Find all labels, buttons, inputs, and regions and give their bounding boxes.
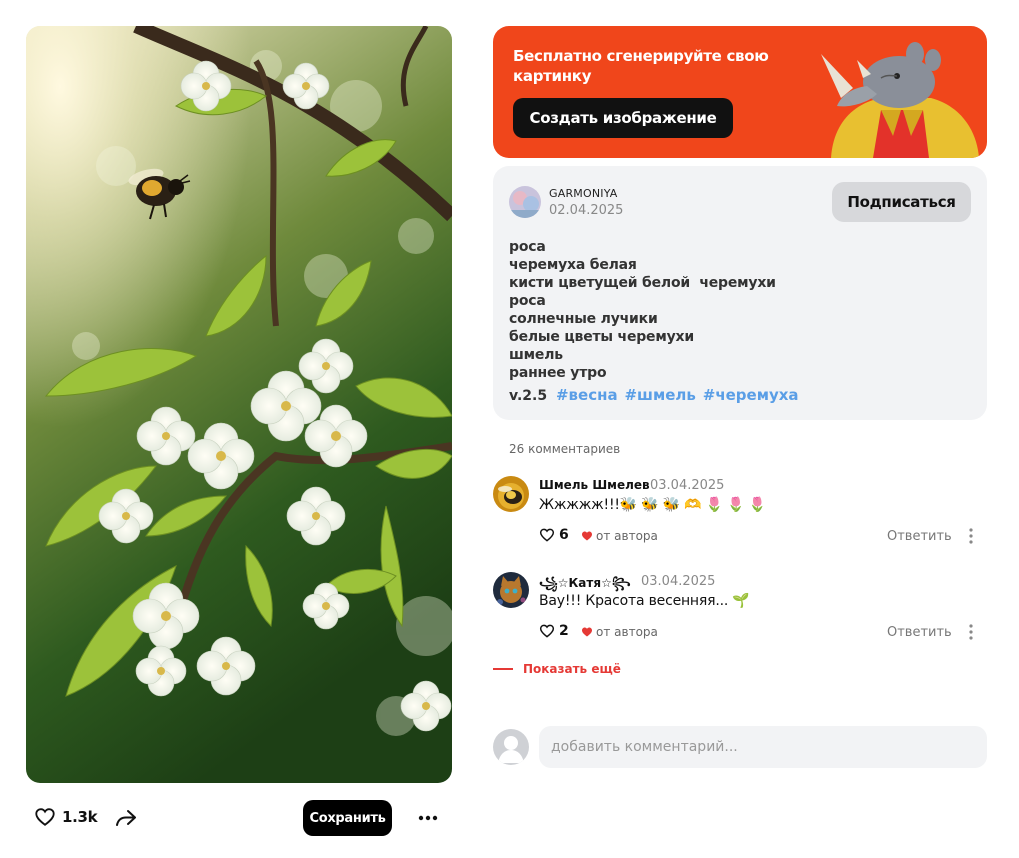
share-arrow-icon <box>116 810 136 826</box>
comment-like-count: 2 <box>559 623 569 639</box>
post-image[interactable] <box>26 26 452 783</box>
red-heart-icon <box>582 627 592 637</box>
promo-banner: Бесплатно сгенерируйте свою картинку Соз… <box>493 26 987 158</box>
comment-menu-button[interactable] <box>963 621 979 643</box>
author-liked-label: от автора <box>596 625 658 639</box>
current-user-avatar <box>493 729 529 765</box>
reply-button[interactable]: Ответить <box>887 529 952 544</box>
description-line: роса <box>509 293 546 309</box>
comment-item: Шмель Шмелев 03.04.2025 Жжжжж!!!🐝 🐝 🐝 🫶 … <box>493 476 987 556</box>
create-image-button[interactable]: Создать изображение <box>513 98 733 138</box>
author-avatar[interactable] <box>509 186 541 218</box>
more-dots-icon <box>418 815 438 821</box>
red-heart-icon <box>582 531 592 541</box>
description-line: раннее утро <box>509 365 607 381</box>
version-and-hashtags: v.2.5 #весна #шмель #черемуха <box>509 386 969 405</box>
heart-icon <box>539 528 555 542</box>
save-button[interactable]: Сохранить <box>303 800 392 836</box>
description-line: роса <box>509 239 546 255</box>
bee-avatar-image <box>493 476 529 512</box>
vertical-dots-icon <box>969 624 973 640</box>
author-avatar-image <box>509 186 541 218</box>
comment-date: 03.04.2025 <box>641 574 716 589</box>
comment-date: 03.04.2025 <box>650 478 725 493</box>
comment-avatar[interactable] <box>493 476 529 512</box>
post-description: роса черемуха белая кисти цветущей белой… <box>509 238 969 405</box>
rhino-mascot-illustration <box>821 42 979 158</box>
show-more-dash <box>493 668 513 670</box>
hashtag-link[interactable]: #весна <box>556 386 618 404</box>
add-comment-input[interactable] <box>539 726 987 768</box>
post-info-card: GARMONIYA 02.04.2025 Подписаться роса че… <box>493 166 987 420</box>
author-liked-badge: от автора <box>581 529 658 543</box>
post-actions: 1.3k Сохранить <box>26 800 452 836</box>
comments-count: 26 комментариев <box>509 442 621 456</box>
reply-button[interactable]: Ответить <box>887 625 952 640</box>
comment-menu-button[interactable] <box>963 525 979 547</box>
show-more-comments-button[interactable]: Показать ещё <box>493 662 621 676</box>
share-button[interactable] <box>114 806 138 834</box>
author-name[interactable]: GARMONIYA <box>549 187 618 200</box>
more-options-button[interactable] <box>415 804 441 832</box>
hashtag-link[interactable]: #черемуха <box>703 386 799 404</box>
post-date: 02.04.2025 <box>549 203 624 218</box>
like-count: 1.3k <box>62 808 98 826</box>
like-button[interactable]: 1.3k <box>34 806 98 828</box>
promo-title: Бесплатно сгенерируйте свою картинку <box>513 47 769 85</box>
heart-icon <box>35 808 55 826</box>
show-more-label: Показать ещё <box>523 662 621 676</box>
author-liked-badge: от автора <box>581 625 658 639</box>
hashtag-link[interactable]: #шмель <box>624 386 695 404</box>
comment-text: Вау!!! Красота весенняя... 🌱 <box>539 593 750 609</box>
description-line: черемуха белая <box>509 257 637 273</box>
model-version: v.2.5 <box>509 388 548 404</box>
comment-avatar[interactable] <box>493 572 529 608</box>
comment-text: Жжжжж!!!🐝 🐝 🐝 🫶 🌷 🌷 🌷 <box>539 497 766 513</box>
author-liked-label: от автора <box>596 529 658 543</box>
description-line: кисти цветущей белой черемухи <box>509 275 776 291</box>
comment-item: ꧁☆Катя☆꧂ 03.04.2025 Вау!!! Красота весен… <box>493 572 987 652</box>
cherry-blossom-bee-photo <box>26 26 452 783</box>
subscribe-button[interactable]: Подписаться <box>832 182 971 222</box>
description-line: белые цветы черемухи <box>509 329 694 345</box>
comment-like-button[interactable]: 2 <box>539 623 569 639</box>
comment-like-count: 6 <box>559 527 569 543</box>
user-silhouette-icon <box>498 736 524 763</box>
comment-author[interactable]: Шмель Шмелев <box>539 478 650 492</box>
description-line: солнечные лучики <box>509 311 658 327</box>
heart-icon <box>539 624 555 638</box>
description-line: шмель <box>509 347 563 363</box>
vertical-dots-icon <box>969 528 973 544</box>
cat-avatar-image <box>493 572 529 608</box>
comment-like-button[interactable]: 6 <box>539 527 569 543</box>
